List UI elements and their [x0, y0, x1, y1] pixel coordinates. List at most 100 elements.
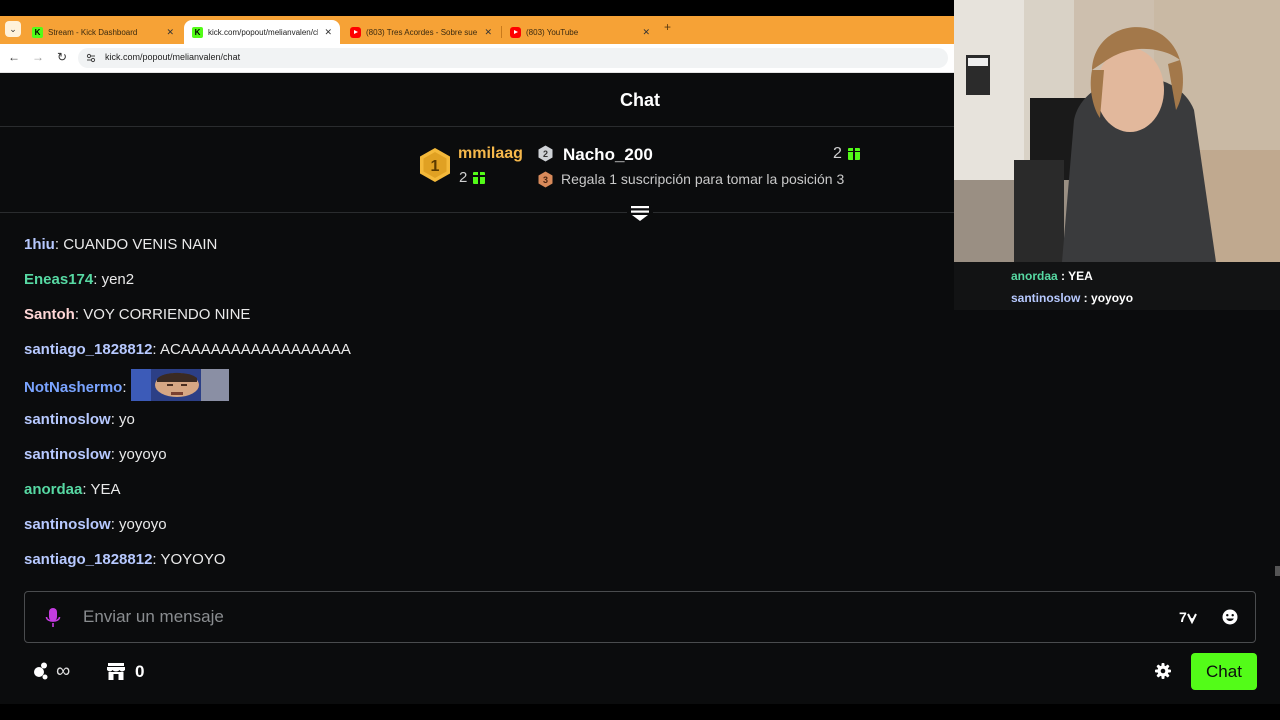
chat-message: anordaa: YEA	[24, 480, 120, 500]
rank-1-medal-icon: 1	[420, 148, 450, 182]
chat-message-text: yoyoyo	[119, 516, 167, 533]
message-input-placeholder[interactable]: Enviar un mensaje	[83, 607, 224, 627]
leaderboard-divider	[0, 212, 954, 213]
overlay-chat: anordaa : YEA santinoslow : yoyoyo	[954, 262, 1280, 310]
forward-arrow-icon[interactable]: →	[30, 50, 46, 64]
youtube-icon	[510, 26, 521, 38]
reload-icon[interactable]: ↻	[54, 50, 70, 64]
tab-youtube-tres-acordes[interactable]: (803) Tres Acordes - Sobre sue ✕	[342, 20, 500, 44]
gift-count: 2	[459, 169, 468, 186]
rank-3-medal-icon: 3	[538, 171, 553, 188]
chat-username[interactable]: NotNashermo	[24, 379, 122, 396]
chat-message-text: CUANDO VENIS NAIN	[63, 236, 218, 253]
chat-message: santiago_1828812: ACAAAAAAAAAAAAAAAAA	[24, 340, 351, 360]
message-separator: :	[110, 516, 120, 533]
close-icon[interactable]: ✕	[166, 27, 174, 38]
gift-count: 2	[833, 145, 842, 162]
address-bar: ← → ↻ kick.com/popout/melianvalen/chat	[0, 44, 954, 73]
collapse-leaderboard-icon[interactable]	[627, 203, 653, 223]
chat-message-text: yoyoyo	[119, 446, 167, 463]
rank-3-number: 3	[543, 175, 548, 185]
chat-username[interactable]: santinoslow	[24, 411, 111, 428]
tab-youtube[interactable]: (803) YouTube ✕	[502, 20, 658, 44]
chat-username[interactable]: Santoh	[24, 306, 75, 323]
leaderboard-first-count: 2	[459, 169, 486, 186]
translate-icon[interactable]: 7	[1179, 608, 1199, 626]
webcam-image	[954, 0, 1280, 262]
url-input[interactable]: kick.com/popout/melianvalen/chat	[78, 48, 948, 68]
message-separator: :	[152, 341, 160, 358]
message-separator: :	[122, 378, 131, 396]
scrollbar[interactable]	[1275, 566, 1280, 576]
back-arrow-icon[interactable]: ←	[6, 50, 22, 64]
tab-title: Stream - Kick Dashboard	[48, 27, 138, 37]
tab-kick-dashboard[interactable]: K Stream - Kick Dashboard ✕	[24, 20, 182, 44]
channel-points-count: 0	[135, 662, 145, 681]
emote-image	[130, 369, 229, 401]
chat-message: santinoslow: yoyoyo	[24, 445, 167, 465]
rank-1-number: 1	[431, 158, 440, 175]
browser-tab-strip: ⌄ K Stream - Kick Dashboard ✕ K kick.com…	[0, 16, 954, 44]
leaderboard-first-user[interactable]: mmilaag	[458, 145, 523, 163]
tab-title: kick.com/popout/melianvalen/chat	[208, 27, 319, 37]
tab-title: (803) YouTube	[526, 27, 579, 37]
send-chat-button[interactable]: Chat	[1191, 653, 1257, 690]
tab-search-chevron-icon[interactable]: ⌄	[5, 21, 21, 37]
overlay-username: anordaa	[1011, 269, 1058, 283]
kick-icon: K	[32, 26, 43, 38]
chat-username[interactable]: anordaa	[24, 481, 82, 498]
chat-message: santiago_1828812: YOYOYO	[24, 550, 226, 570]
chat-username[interactable]: Eneas174	[24, 271, 93, 288]
new-tab-plus-icon[interactable]: +	[664, 20, 671, 34]
rank-2-medal-icon: 2	[538, 145, 553, 162]
chat-message: santinoslow: yo	[24, 410, 135, 430]
message-input-box[interactable]: Enviar un mensaje 7	[24, 591, 1256, 643]
screen-bottom-strip	[0, 704, 1280, 720]
gear-icon[interactable]	[1155, 663, 1171, 679]
page-title: Chat	[620, 90, 660, 110]
chat-username[interactable]: santiago_1828812	[24, 341, 152, 358]
chat-username[interactable]: santiago_1828812	[24, 551, 152, 568]
chat-username[interactable]: santinoslow	[24, 446, 111, 463]
message-separator: :	[152, 551, 161, 568]
rank-2-number: 2	[543, 149, 548, 159]
chat-message: Santoh: VOY CORRIENDO NINE	[24, 305, 250, 325]
message-separator: :	[110, 411, 120, 428]
close-icon[interactable]: ✕	[484, 27, 492, 38]
microphone-icon[interactable]	[45, 607, 61, 629]
overlay-message: santinoslow : yoyoyo	[1011, 291, 1134, 305]
chat-message-text: YOYOYO	[160, 551, 226, 568]
message-separator: :	[93, 271, 102, 288]
youtube-icon	[350, 26, 361, 38]
overlay-username: santinoslow	[1011, 291, 1081, 305]
viewer-count: ∞	[56, 660, 71, 682]
message-separator: :	[110, 446, 120, 463]
overlay-message-text: yoyoyo	[1091, 291, 1134, 305]
chat-username[interactable]: 1hiu	[24, 236, 55, 253]
leaderboard-third-prompt[interactable]: Regala 1 suscripción para tomar la posic…	[561, 171, 844, 187]
leaderboard-second-user[interactable]: Nacho_200	[563, 145, 653, 165]
kick-icon: K	[192, 26, 203, 38]
chat-message-text: ACAAAAAAAAAAAAAAAAA	[159, 341, 351, 358]
emoji-icon[interactable]	[1221, 608, 1239, 626]
close-icon[interactable]: ✕	[642, 27, 650, 38]
chat-message-text: YEA	[90, 481, 121, 498]
viewers-icon	[34, 662, 48, 680]
header-divider	[0, 126, 954, 127]
message-separator: :	[74, 306, 84, 323]
overlay-message: anordaa : YEA	[1011, 269, 1093, 283]
svg-text:7: 7	[1179, 609, 1187, 625]
overlay-message-text: YEA	[1068, 269, 1093, 283]
webcam-overlay	[954, 0, 1280, 262]
chat-message-text: VOY CORRIENDO NINE	[83, 306, 251, 323]
chat-message-text: yo	[119, 411, 135, 428]
chat-message: NotNashermo:	[24, 369, 229, 401]
leaderboard-second-count: 2	[833, 145, 860, 163]
chat-message-text: yen2	[101, 271, 135, 288]
site-info-icon[interactable]	[86, 53, 96, 63]
tab-title: (803) Tres Acordes - Sobre sue	[366, 27, 478, 37]
close-icon[interactable]: ✕	[324, 27, 332, 38]
store-icon[interactable]	[106, 661, 126, 681]
chat-username[interactable]: santinoslow	[24, 516, 111, 533]
tab-kick-chat[interactable]: K kick.com/popout/melianvalen/chat ✕	[184, 20, 340, 44]
